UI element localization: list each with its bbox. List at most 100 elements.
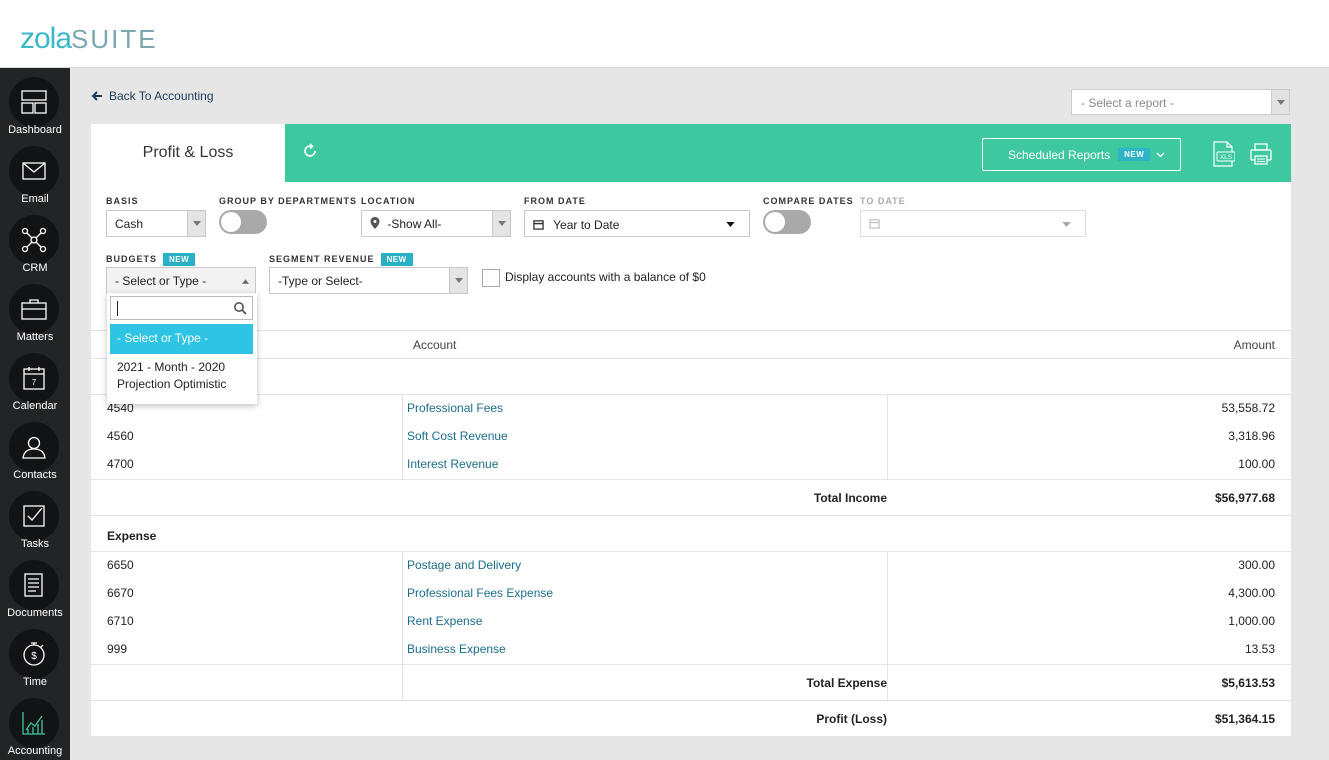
basis-label: BASIS	[106, 196, 139, 206]
account-code: 4700	[107, 457, 134, 471]
chevron-down-icon	[726, 222, 735, 227]
logo-secondary: SUITE	[71, 24, 158, 54]
column-divider	[402, 394, 403, 479]
zero-balance-checkbox[interactable]	[482, 269, 500, 287]
divider	[91, 479, 1291, 480]
toggle-knob	[221, 212, 241, 232]
column-header-amount[interactable]: Amount	[1234, 338, 1275, 352]
group-by-departments-toggle[interactable]	[219, 210, 267, 234]
amount: 53,558.72	[1221, 401, 1275, 415]
refresh-icon[interactable]	[301, 142, 319, 160]
sidebar-item-label: Dashboard	[8, 124, 62, 136]
text-cursor	[117, 301, 118, 316]
amount: 13.53	[1244, 642, 1275, 656]
chevron-up-icon	[242, 279, 249, 284]
zero-balance-label: Display accounts with a balance of $0	[505, 270, 706, 284]
sidebar-item-label: Calendar	[12, 400, 58, 412]
from-date-select[interactable]: Year to Date	[524, 210, 750, 237]
back-to-accounting-link[interactable]: Back To Accounting	[91, 89, 214, 103]
sidebar-item-tasks[interactable]: Tasks	[0, 482, 70, 551]
account-code: 6710	[107, 614, 134, 628]
sidebar-item-dashboard[interactable]: Dashboard	[0, 68, 70, 137]
sidebar-item-matters[interactable]: Matters	[0, 275, 70, 344]
total-income-value: $56,977.68	[1214, 491, 1275, 505]
segment-revenue-label: SEGMENT REVENUE	[269, 254, 375, 264]
sidebar-item-label: Time	[22, 676, 48, 688]
sidebar-item-label: Email	[21, 193, 49, 205]
calendar-icon	[869, 219, 880, 229]
report-select-placeholder: - Select a report -	[1081, 96, 1174, 110]
chevron-down-icon	[492, 211, 510, 236]
sidebar-item-label: Documents	[7, 607, 63, 619]
account-link[interactable]: Professional Fees Expense	[407, 586, 553, 600]
budgets-value: - Select or Type -	[115, 274, 207, 288]
report-panel: Profit & Loss Scheduled Reports NEW XLS …	[91, 124, 1291, 736]
budget-option[interactable]: - Select or Type -	[110, 324, 253, 354]
amount: 4,300.00	[1228, 586, 1275, 600]
xls-export-icon[interactable]: XLS	[1211, 141, 1235, 167]
account-link[interactable]: Professional Fees	[407, 401, 503, 415]
scheduled-reports-button[interactable]: Scheduled Reports NEW	[982, 138, 1181, 171]
location-label: LOCATION	[361, 196, 416, 206]
budget-option[interactable]: 2021 - Month - 2020 Projection Optimisti…	[110, 359, 253, 393]
new-badge: NEW	[1118, 148, 1151, 161]
account-link[interactable]: Business Expense	[407, 642, 506, 656]
sidebar-item-calendar[interactable]: 7 Calendar	[0, 344, 70, 413]
compare-dates-label: COMPARE DATES	[763, 196, 854, 206]
logo-primary: zola	[20, 22, 72, 55]
budgets-select[interactable]: - Select or Type -	[106, 267, 256, 294]
svg-text:7: 7	[32, 378, 37, 387]
new-badge: NEW	[380, 253, 413, 266]
sidebar: Dashboard Email CRM Matters 7 Calendar C…	[0, 68, 70, 760]
back-link-label: Back To Accounting	[109, 89, 214, 103]
divider	[91, 700, 1291, 701]
to-date-label: TO DATE	[860, 196, 906, 206]
account-code: 6670	[107, 586, 134, 600]
profit-loss-label: Profit (Loss)	[816, 712, 887, 726]
sidebar-item-email[interactable]: Email	[0, 137, 70, 206]
chevron-down-icon	[1271, 90, 1289, 114]
sidebar-item-contacts[interactable]: Contacts	[0, 413, 70, 482]
divider	[91, 358, 1291, 359]
basis-select[interactable]: Cash	[106, 210, 206, 237]
chevron-down-icon	[187, 211, 205, 236]
calendar-icon	[533, 220, 544, 230]
column-header-account[interactable]: Account	[413, 338, 456, 352]
sidebar-item-crm[interactable]: CRM	[0, 206, 70, 275]
total-expense-label: Total Expense	[806, 676, 887, 690]
budgets-search-input[interactable]	[110, 296, 253, 320]
account-link[interactable]: Soft Cost Revenue	[407, 429, 508, 443]
sidebar-item-label: Contacts	[13, 469, 57, 481]
from-date-value: Year to Date	[553, 218, 620, 232]
segment-revenue-label-group: SEGMENT REVENUE NEW	[269, 253, 413, 266]
zolasuite-logo[interactable]: zolaSUITE	[20, 22, 158, 56]
location-value: -Show All-	[387, 217, 442, 231]
expense-section-header: Expense	[107, 529, 157, 543]
toggle-knob	[765, 212, 785, 232]
segment-revenue-select[interactable]: -Type or Select-	[269, 267, 468, 294]
basis-value: Cash	[115, 217, 144, 231]
divider	[91, 515, 1291, 516]
dashboard-icon	[9, 77, 59, 127]
column-divider	[402, 551, 403, 700]
sidebar-item-accounting[interactable]: Accounting	[0, 689, 70, 758]
account-link[interactable]: Postage and Delivery	[407, 558, 521, 572]
divider	[91, 551, 1291, 552]
print-icon[interactable]	[1249, 142, 1273, 166]
tab-profit-and-loss[interactable]: Profit & Loss	[91, 124, 285, 182]
compare-dates-toggle[interactable]	[763, 210, 811, 234]
to-date-select[interactable]	[860, 210, 1086, 237]
sidebar-item-label: Tasks	[20, 538, 50, 550]
sidebar-item-label: CRM	[22, 262, 48, 274]
sidebar-item-time[interactable]: $ Time	[0, 620, 70, 689]
column-divider	[887, 551, 888, 700]
network-icon	[9, 215, 59, 265]
location-select[interactable]: -Show All-	[361, 210, 511, 237]
top-bar: zolaSUITE	[0, 0, 1329, 68]
select-report-dropdown[interactable]: - Select a report -	[1071, 89, 1290, 115]
chevron-down-icon	[1156, 152, 1165, 158]
account-link[interactable]: Interest Revenue	[407, 457, 498, 471]
chart-icon	[9, 698, 59, 748]
account-link[interactable]: Rent Expense	[407, 614, 482, 628]
sidebar-item-documents[interactable]: Documents	[0, 551, 70, 620]
